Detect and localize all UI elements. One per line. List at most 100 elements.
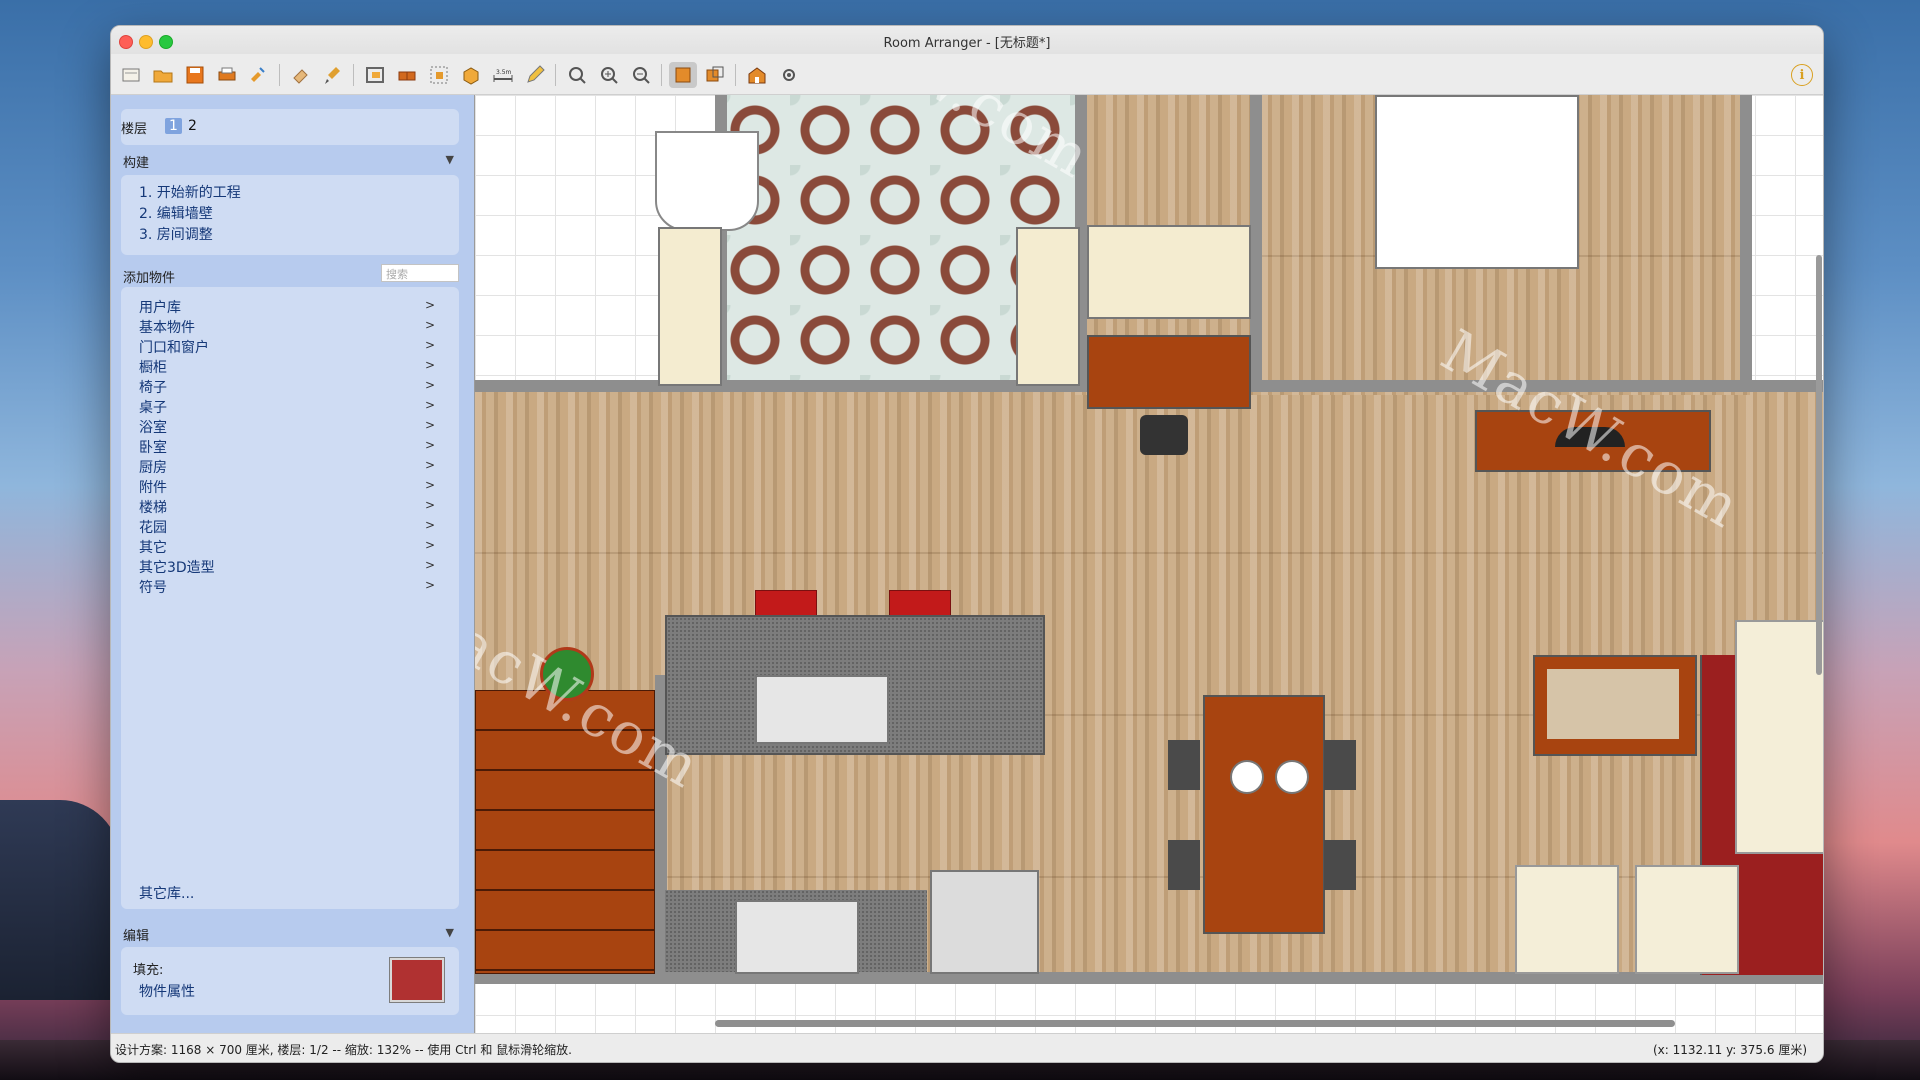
category-cabinets[interactable]: 橱柜 bbox=[139, 357, 167, 377]
collapse-arrow-icon[interactable]: ▼ bbox=[446, 926, 454, 939]
category-bedroom[interactable]: 卧室 bbox=[139, 437, 167, 457]
vertical-scrollbar[interactable] bbox=[1816, 255, 1822, 675]
info-icon[interactable]: i bbox=[1791, 64, 1813, 86]
2d-view-icon[interactable] bbox=[669, 62, 697, 88]
new-file-icon[interactable] bbox=[117, 62, 145, 88]
dining-chair bbox=[1168, 840, 1200, 890]
category-user-library[interactable]: 用户库 bbox=[139, 297, 181, 317]
print-icon[interactable] bbox=[213, 62, 241, 88]
zoom-in-icon[interactable] bbox=[595, 62, 623, 88]
chevron-right-icon: > bbox=[424, 338, 435, 352]
chevron-right-icon: > bbox=[424, 458, 435, 472]
add-room-icon[interactable] bbox=[361, 62, 389, 88]
category-accessories[interactable]: 附件 bbox=[139, 477, 167, 497]
floor-plan-canvas[interactable]: MacW.com MacW.com MacW.com bbox=[474, 95, 1823, 1033]
main-toolbar: 3.5m i bbox=[111, 54, 1823, 95]
chevron-right-icon: > bbox=[424, 438, 435, 452]
office-chair bbox=[1140, 415, 1188, 455]
window-title: Room Arranger - [无标题*] bbox=[883, 36, 1051, 51]
brush-icon[interactable] bbox=[319, 62, 347, 88]
category-tables[interactable]: 桌子 bbox=[139, 397, 167, 417]
settings-icon[interactable] bbox=[775, 62, 803, 88]
category-other[interactable]: 其它 bbox=[139, 537, 167, 557]
desktop-island bbox=[0, 800, 120, 1000]
house-icon[interactable] bbox=[743, 62, 771, 88]
dining-table bbox=[1203, 695, 1325, 934]
office-desk bbox=[1087, 335, 1251, 409]
more-libraries-link[interactable]: 其它库... bbox=[139, 883, 194, 903]
dining-chair bbox=[1324, 740, 1356, 790]
category-garden[interactable]: 花园 bbox=[139, 517, 167, 537]
status-coordinates: (x: 1132.11 y: 375.6 厘米) bbox=[1652, 1043, 1807, 1057]
chevron-right-icon: > bbox=[424, 358, 435, 372]
category-stairs[interactable]: 楼梯 bbox=[139, 497, 167, 517]
chevron-right-icon: > bbox=[424, 418, 435, 432]
floor-1-tab[interactable]: 1 bbox=[165, 118, 182, 134]
category-basic-objects[interactable]: 基本物件 bbox=[139, 317, 195, 337]
svg-text:3.5m: 3.5m bbox=[496, 69, 512, 76]
status-bar: 设计方案: 1168 × 700 厘米, 楼层: 1/2 -- 缩放: 132%… bbox=[111, 1033, 1823, 1062]
object-properties-link[interactable]: 物件属性 bbox=[139, 981, 195, 1001]
build-step-room-adjust[interactable]: 3. 房间调整 bbox=[139, 224, 213, 244]
title-bar: Room Arranger - [无标题*] bbox=[111, 26, 1823, 54]
edit-section-header[interactable]: 编辑 bbox=[123, 925, 149, 944]
floors-label: 楼层 bbox=[121, 122, 148, 137]
kitchen-sink bbox=[755, 675, 889, 744]
build-step-new-project[interactable]: 1. 开始新的工程 bbox=[139, 182, 241, 202]
zoom-fit-icon[interactable] bbox=[563, 62, 591, 88]
chevron-right-icon: > bbox=[424, 558, 435, 572]
category-bathroom[interactable]: 浴室 bbox=[139, 417, 167, 437]
build-panel: 1. 开始新的工程 2. 编辑墙壁 3. 房间调整 bbox=[121, 175, 459, 255]
cooktop bbox=[735, 900, 859, 974]
fridge bbox=[930, 870, 1039, 974]
coffee-table-glass bbox=[1547, 669, 1679, 739]
build-step-edit-walls[interactable]: 2. 编辑墙壁 bbox=[139, 203, 213, 223]
chevron-right-icon: > bbox=[424, 578, 435, 592]
add-wall-icon[interactable] bbox=[393, 62, 421, 88]
fill-color-swatch[interactable] bbox=[389, 957, 445, 1003]
chevron-right-icon: > bbox=[424, 378, 435, 392]
open-folder-icon[interactable] bbox=[149, 62, 177, 88]
bathtub bbox=[655, 131, 759, 231]
desk-shelf bbox=[1087, 225, 1251, 319]
armchair bbox=[1515, 865, 1619, 974]
interior-wall bbox=[1740, 95, 1752, 392]
interior-wall bbox=[1250, 95, 1262, 392]
floor-2-tab[interactable]: 2 bbox=[184, 118, 201, 134]
category-other-3d[interactable]: 其它3D造型 bbox=[139, 557, 215, 577]
category-kitchen[interactable]: 厨房 bbox=[139, 457, 167, 477]
chevron-right-icon: > bbox=[424, 318, 435, 332]
build-section-header[interactable]: 构建 bbox=[123, 152, 149, 171]
3d-objects-icon[interactable] bbox=[457, 62, 485, 88]
chevron-right-icon: > bbox=[424, 498, 435, 512]
sidebar: 楼层 1 2 构建 ▼ 1. 开始新的工程 2. 编辑墙壁 3. 房间调整 添加… bbox=[111, 95, 474, 1033]
fill-label: 填充: bbox=[133, 963, 164, 978]
save-icon[interactable] bbox=[181, 62, 209, 88]
measure-icon[interactable]: 3.5m bbox=[489, 62, 517, 88]
dining-chair bbox=[1324, 840, 1356, 890]
horizontal-scrollbar[interactable] bbox=[715, 1020, 1675, 1027]
select-area-icon[interactable] bbox=[425, 62, 453, 88]
status-design-info: 设计方案: 1168 × 700 厘米, 楼层: 1/2 -- 缩放: 132%… bbox=[115, 1043, 572, 1057]
armchair bbox=[1635, 865, 1739, 974]
exterior-wall bbox=[475, 972, 1823, 984]
object-categories-panel: 用户库 > 基本物件 > 门口和窗户 > 橱柜 > 椅子 > 桌子 > 浴室 > 卧室 > 厨房… bbox=[121, 287, 459, 909]
3d-view-icon[interactable] bbox=[701, 62, 729, 88]
chevron-right-icon: > bbox=[424, 398, 435, 412]
collapse-arrow-icon[interactable]: ▼ bbox=[446, 153, 454, 166]
category-doors-windows[interactable]: 门口和窗户 bbox=[139, 337, 209, 357]
edit-panel: 填充: 物件属性 bbox=[121, 947, 459, 1015]
sofa bbox=[1735, 620, 1823, 854]
search-input[interactable]: 搜索 bbox=[381, 264, 459, 282]
zoom-out-icon[interactable] bbox=[627, 62, 655, 88]
plate bbox=[1230, 760, 1264, 794]
eraser-icon[interactable] bbox=[287, 62, 315, 88]
chevron-right-icon: > bbox=[424, 478, 435, 492]
category-symbols[interactable]: 符号 bbox=[139, 577, 167, 597]
bed bbox=[1375, 95, 1579, 269]
category-chairs[interactable]: 椅子 bbox=[139, 377, 167, 397]
chevron-right-icon: > bbox=[424, 298, 435, 312]
app-window: Room Arranger - [无标题*] 3.5m i 楼层 1 2 构建 … bbox=[110, 25, 1824, 1063]
wizard-icon[interactable] bbox=[245, 62, 273, 88]
pencil-icon[interactable] bbox=[521, 62, 549, 88]
